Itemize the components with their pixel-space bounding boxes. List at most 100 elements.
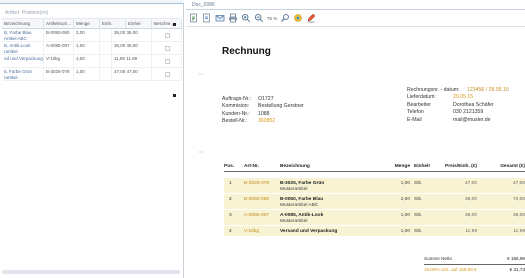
cell-beschreibung[interactable]	[152, 42, 182, 54]
grid-top-bar	[0, 0, 184, 4]
editor-value: Dorothea Schäfer	[453, 101, 494, 108]
document-window-title: Doc_0086	[192, 2, 215, 8]
edit-button[interactable]	[306, 13, 316, 23]
checkbox[interactable]	[165, 33, 170, 38]
cell-beschreibung[interactable]	[152, 29, 182, 41]
search-button[interactable]	[280, 13, 290, 23]
order-number-value: O1727	[258, 96, 274, 102]
item-einheit: Stk.	[414, 181, 423, 186]
table-row[interactable]: B, Farbe Blau Artikel ABC B-0050-050 2,0…	[2, 29, 182, 42]
commission-value: Bestellung Gerstner	[258, 103, 304, 110]
phone-row: Telefon 030 2121359	[407, 109, 509, 116]
item-gesamt: 11,99	[513, 229, 525, 234]
cell-einheit[interactable]	[100, 68, 112, 80]
print-button[interactable]	[228, 13, 238, 23]
column-header-bezeichnung[interactable]: Bezeichnung	[2, 19, 44, 28]
cell-artikelnummer[interactable]: V-10kg	[44, 55, 74, 67]
cell-beschreibung[interactable]	[152, 68, 182, 80]
header-pos: Pos.	[224, 164, 235, 169]
order-number-label: Auftrags-Nr.:	[222, 96, 252, 102]
cell-artikelnummer[interactable]: B-0050-050	[44, 29, 74, 41]
cell-artikelnummer[interactable]: A-0085-007	[44, 42, 74, 54]
zoom-in-button[interactable]	[241, 13, 251, 23]
cell-preis[interactable]: 47,00 47,00	[112, 68, 152, 80]
checkbox[interactable]	[165, 72, 170, 77]
net-total-value: € 166,99	[507, 256, 525, 261]
cell-preis-value: 36,00	[114, 43, 126, 48]
items-table-body: 1 B-3025-078 B-3025, Farbe Grün Musterart…	[224, 178, 525, 237]
cell-menge[interactable]: 1,00	[74, 42, 100, 54]
commission-row: Kommision: Bestellung Gerstner	[222, 103, 304, 110]
item-art-nr: B-0050-050	[244, 197, 270, 202]
cell-einheit[interactable]	[100, 42, 112, 54]
item-art-nr: B-3025-078	[244, 181, 270, 186]
column-header-einheit[interactable]: Einh.	[100, 19, 126, 28]
header-menge: Menge	[394, 164, 410, 169]
header-marker-icon	[173, 23, 176, 26]
table-row[interactable]: nd und Verpackung V-10kg 1,00 11,99 11,9…	[2, 55, 182, 68]
cell-menge[interactable]: 1,00	[74, 68, 100, 80]
editor-row: Bearbeiter Dorothea Schäfer	[407, 102, 509, 109]
cell-einheit[interactable]	[100, 55, 112, 67]
table-row[interactable]: B, Antik-Look rartikel A-0085-007 1,00 3…	[2, 42, 182, 55]
zoom-in-icon	[241, 13, 251, 23]
cell-artikelnummer[interactable]: B-3025-078	[44, 68, 74, 80]
cell-preis-value: 36,00	[114, 30, 126, 35]
cell-preis[interactable]: 36,00 36,00	[112, 29, 152, 41]
item-preis: 36,00	[464, 213, 477, 218]
item-menge: 2,00	[400, 197, 410, 202]
cell-gesamt-value: 47,00	[126, 69, 138, 74]
table-row: 3 A-0085-007 A-0085, Antik-Look Musterart…	[224, 210, 525, 226]
order-info-block: Auftrags-Nr.: O1727 Kommision: Bestellung …	[222, 96, 304, 126]
mail-button[interactable]	[215, 13, 225, 23]
email-row: E-Mail mail@muster.de	[407, 117, 509, 124]
cell-preis-value: 47,00	[114, 69, 126, 74]
cell-preis[interactable]: 11,99 11,99	[112, 55, 152, 67]
header-gesamt: Gesamt (€)	[500, 164, 525, 169]
purchase-order-value: 360852	[258, 118, 276, 125]
printer-icon	[229, 13, 237, 23]
document-preview-pane: Doc_0086 75 % Rechnung Auftrags-Nr.: O17…	[186, 0, 525, 278]
zoom-level-select[interactable]: 75 %	[267, 16, 277, 21]
zoom-out-icon	[254, 13, 264, 23]
item-subtitle: Musterartikel	[280, 187, 308, 192]
item-subtitle: Musterartikel	[280, 219, 308, 224]
table-row[interactable]: 5, Farbe Grün rartikel B-3025-078 1,00 4…	[2, 68, 182, 81]
purchase-order-label: Bestell-Nr.:	[222, 118, 248, 125]
cell-beschreibung[interactable]	[152, 55, 182, 67]
customer-number-label: Kunden-Nr.:	[222, 110, 250, 117]
vat-value: € 31,73	[509, 267, 525, 272]
cell-einheit[interactable]	[100, 29, 112, 41]
item-preis: 47,00	[464, 181, 477, 186]
cell-bezeichnung[interactable]: B, Antik-Look rartikel	[2, 42, 44, 54]
zoom-out-button[interactable]	[254, 13, 264, 23]
cell-menge[interactable]: 2,00	[74, 29, 100, 41]
item-description: B-0050, Farbe Blau Musterartikel ABC	[280, 194, 382, 209]
item-pos: 1	[229, 181, 232, 186]
column-header-menge[interactable]: Menge	[74, 19, 100, 28]
item-description: A-0085, Antik-Look Musterartikel	[280, 210, 382, 225]
horizontal-scrollbar[interactable]	[2, 270, 180, 274]
settings-button[interactable]	[293, 13, 303, 23]
item-subtitle: Musterartikel ABC	[280, 203, 319, 208]
cell-bezeichnung[interactable]: nd und Verpackung	[2, 55, 44, 67]
search-icon	[281, 14, 290, 22]
cell-menge[interactable]: 1,00	[74, 55, 100, 67]
grid-column-headers: Bezeichnung Artikelnum... Menge Einh. Ei…	[2, 19, 182, 29]
item-description: Versand und Verpackung	[280, 226, 382, 236]
cell-bezeichnung[interactable]: 5, Farbe Grün rartikel	[2, 68, 44, 80]
export-doc-button[interactable]	[202, 13, 212, 23]
editor-label: Bearbeiter	[407, 101, 431, 108]
item-pos: 2	[229, 197, 232, 202]
header-bezeichnung: Bezeichnung	[280, 164, 310, 169]
checkbox[interactable]	[165, 59, 170, 64]
column-header-einzelpreis[interactable]: Einhei	[126, 19, 152, 28]
column-header-artikelnummer[interactable]: Artikelnum...	[44, 19, 74, 28]
cell-preis[interactable]: 36,00 36,00	[112, 42, 152, 54]
export-pdf-button[interactable]	[189, 13, 199, 23]
column-header-beschreibung[interactable]: Beschre...	[152, 19, 182, 28]
checkbox[interactable]	[165, 46, 170, 51]
edit-icon	[307, 13, 316, 23]
new-row-marker-icon	[173, 94, 176, 97]
cell-bezeichnung[interactable]: B, Farbe Blau Artikel ABC	[2, 29, 44, 41]
